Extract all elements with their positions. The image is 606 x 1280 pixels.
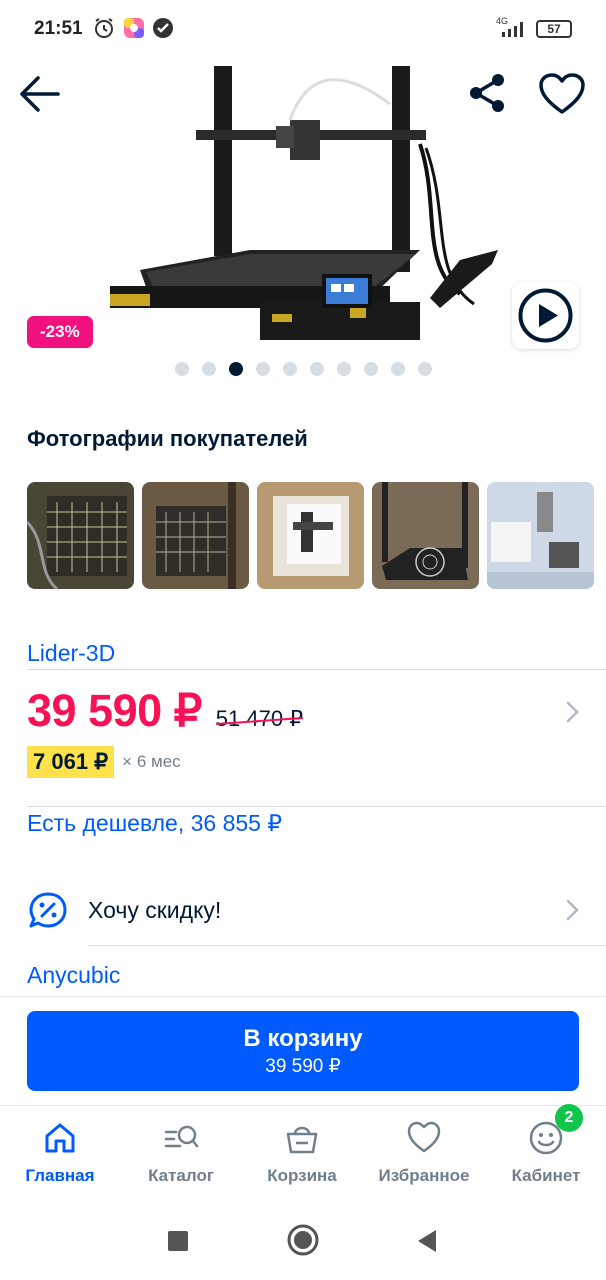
add-to-cart-button[interactable]: В корзину 39 590 ₽ (27, 1011, 579, 1091)
divider (27, 669, 606, 670)
old-price: 51 470 ₽ (215, 706, 304, 731)
home-circle-icon[interactable] (287, 1224, 319, 1256)
battery-icon: 57 (536, 20, 572, 38)
product-gallery[interactable]: -23% (0, 60, 606, 400)
customer-photo[interactable] (487, 482, 594, 589)
customer-photo[interactable] (27, 482, 134, 589)
chevron-right-icon[interactable] (565, 700, 581, 724)
tab-favorites[interactable]: Избранное (364, 1106, 484, 1201)
installment-price: 7 061 ₽ (27, 746, 115, 778)
bottom-tab-bar: Главная Каталог Корзина Избранное 2 Каби… (0, 1104, 606, 1201)
back-triangle-icon[interactable] (416, 1229, 438, 1253)
want-discount-row[interactable]: Хочу скидку! (0, 878, 606, 946)
recent-apps-icon[interactable] (167, 1230, 189, 1252)
cheaper-offer-link[interactable]: Есть дешевле, 36 855 ₽ (27, 810, 282, 837)
product-photo[interactable] (100, 64, 510, 350)
customer-photo-image (142, 482, 249, 589)
pagination-dot[interactable] (283, 362, 297, 376)
current-price: 39 590 ₽ (27, 685, 202, 736)
tab-home[interactable]: Главная (0, 1106, 120, 1201)
customer-photo[interactable] (142, 482, 249, 589)
customer-photo[interactable] (372, 482, 479, 589)
customer-photo-image (487, 482, 594, 589)
tab-label: Главная (25, 1166, 95, 1185)
catalog-search-icon (164, 1125, 199, 1148)
gallery-pagination (175, 362, 432, 376)
pagination-dot[interactable] (256, 362, 270, 376)
customer-photo[interactable] (257, 482, 364, 589)
chevron-right-icon (566, 899, 579, 921)
customer-photo-image (257, 482, 364, 589)
share-button[interactable] (466, 72, 508, 119)
basket-icon (286, 1126, 318, 1154)
want-discount-label: Хочу скидку! (88, 897, 222, 923)
pagination-dot[interactable] (202, 362, 216, 376)
customer-photo-image (27, 482, 134, 589)
gallery-app-icon (124, 18, 144, 38)
price-block[interactable]: 39 590 ₽ 51 470 ₽ (27, 684, 303, 737)
tab-label: Избранное (378, 1166, 470, 1185)
divider (27, 806, 606, 807)
back-button[interactable] (18, 74, 62, 119)
favorite-button[interactable] (538, 72, 586, 121)
heart-icon (407, 1121, 441, 1153)
pagination-dot[interactable] (391, 362, 405, 376)
add-to-cart-label: В корзину (243, 1025, 363, 1052)
play-video-button[interactable] (512, 282, 579, 349)
discount-badge: -23% (27, 316, 93, 348)
customer-photos-row[interactable] (27, 482, 594, 589)
brand-link[interactable]: Anycubic (27, 962, 120, 989)
tab-cabinet[interactable]: 2 Кабинет (486, 1104, 606, 1201)
divider (0, 996, 606, 997)
check-circle-icon (153, 18, 173, 38)
installment-block[interactable]: 7 061 ₽ × 6 мес (27, 746, 181, 778)
pagination-dot[interactable] (229, 362, 243, 376)
pagination-dot[interactable] (364, 362, 378, 376)
alarm-icon (95, 18, 113, 38)
pagination-dot[interactable] (310, 362, 324, 376)
discount-chat-icon (29, 892, 67, 928)
status-time: 21:51 (34, 18, 83, 39)
installment-term: × 6 мес (122, 752, 181, 771)
share-icon (470, 74, 504, 112)
system-navigation-bar (0, 1200, 606, 1280)
notification-badge: 2 (555, 1104, 583, 1132)
add-to-cart-price: 39 590 ₽ (265, 1056, 341, 1077)
play-icon (518, 288, 573, 343)
heart-icon (539, 73, 585, 114)
tab-cart[interactable]: Корзина (242, 1106, 362, 1201)
tab-label: Корзина (267, 1166, 337, 1185)
divider (88, 945, 606, 946)
battery-level: 57 (547, 22, 561, 36)
tab-label: Каталог (148, 1166, 214, 1185)
home-icon (45, 1123, 75, 1153)
status-bar: 21:51 4G 57 (0, 0, 606, 60)
tab-label: Кабинет (511, 1166, 581, 1185)
signal-icon (502, 22, 523, 37)
pagination-dot[interactable] (418, 362, 432, 376)
pagination-dot[interactable] (337, 362, 351, 376)
back-arrow-icon (20, 76, 60, 112)
customer-photo-image (372, 482, 479, 589)
pagination-dot[interactable] (175, 362, 189, 376)
tab-catalog[interactable]: Каталог (121, 1106, 241, 1201)
customer-photos-title: Фотографии покупателей (27, 426, 308, 451)
seller-link[interactable]: Lider-3D (27, 640, 115, 667)
